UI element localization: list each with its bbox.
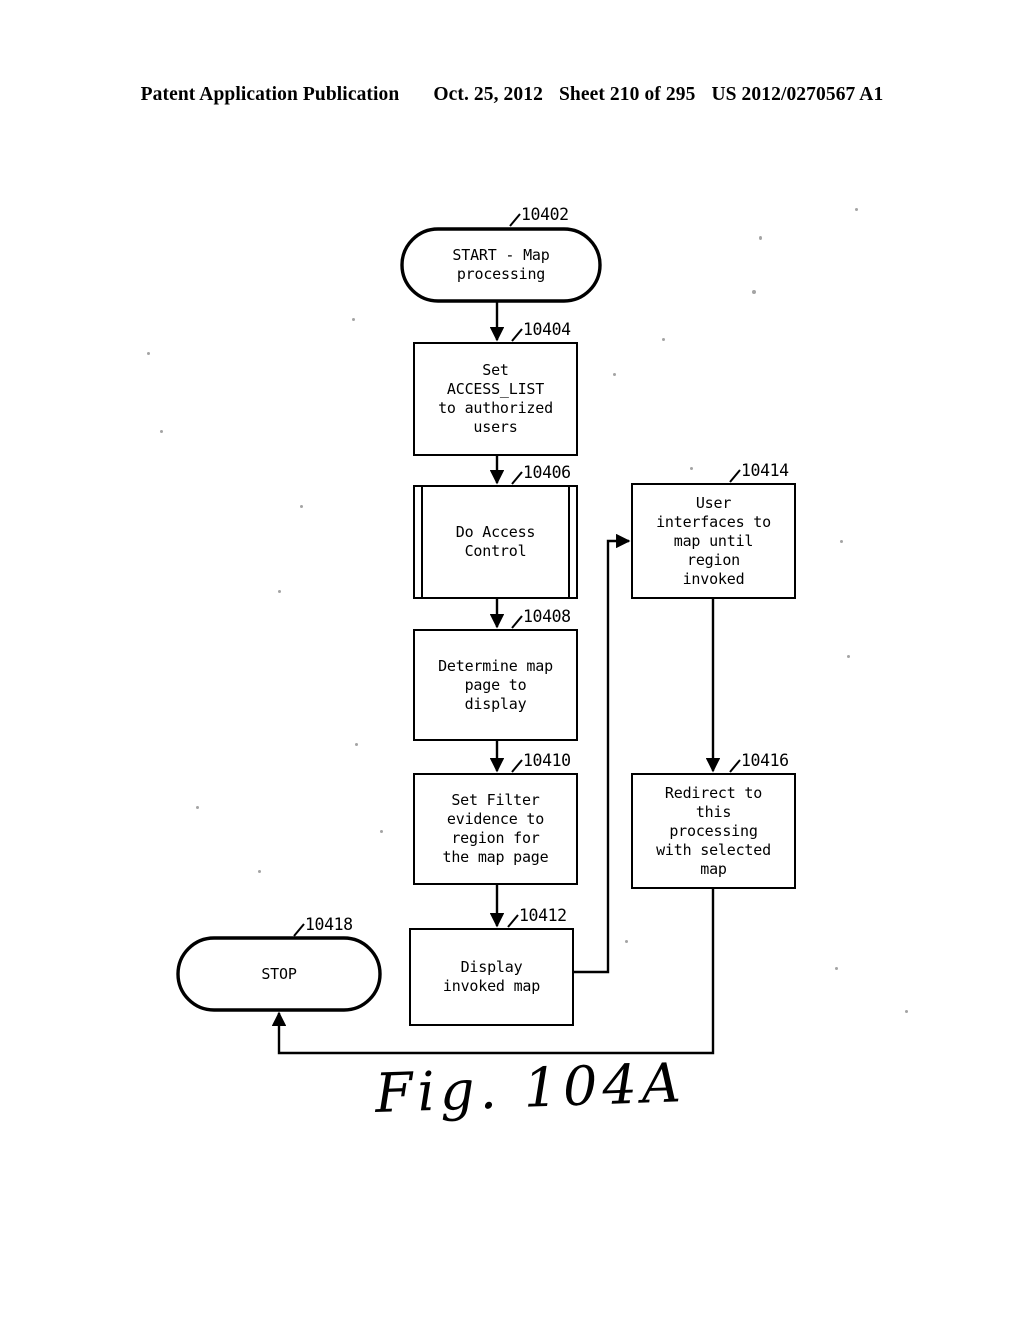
- scan-speck: [380, 830, 383, 833]
- scan-speck: [355, 743, 358, 746]
- scan-speck: [662, 338, 665, 341]
- leader-tick-10404: [511, 328, 523, 342]
- leader-tick-10414: [729, 469, 741, 483]
- scan-speck: [147, 352, 150, 355]
- scan-speck: [196, 806, 199, 809]
- figure-caption: Fig. 104A: [374, 1051, 687, 1125]
- scan-speck: [759, 236, 762, 240]
- scan-speck: [613, 373, 616, 376]
- scan-speck: [847, 655, 850, 658]
- flowchart-canvas: [176, 213, 796, 1055]
- scan-speck: [160, 430, 163, 433]
- scan-speck: [905, 1010, 908, 1013]
- ref-label-10404: 10404: [523, 320, 571, 339]
- scan-speck: [840, 540, 843, 543]
- scan-speck: [278, 590, 281, 593]
- node-set-filter-shape: [413, 773, 578, 885]
- ref-label-10402: 10402: [521, 205, 569, 224]
- ref-label-10406: 10406: [523, 463, 571, 482]
- ref-label-10418: 10418: [305, 915, 353, 934]
- edge-display-map-to-user-interfaces: [573, 533, 631, 974]
- figure-104a: START - Map processing Set ACCESS_LIST t…: [0, 0, 1024, 1320]
- leader-tick-10416: [729, 759, 741, 773]
- ref-label-10412: 10412: [519, 906, 567, 925]
- node-user-interfaces-shape: [631, 483, 796, 599]
- scan-speck: [258, 870, 261, 873]
- leader-tick-10410: [511, 759, 523, 773]
- scan-speck: [300, 505, 303, 508]
- leader-tick-10412: [507, 914, 519, 928]
- scan-speck: [835, 967, 838, 970]
- ref-label-10410: 10410: [523, 751, 571, 770]
- leader-tick-10406: [511, 471, 523, 485]
- node-stop-shape: [176, 936, 382, 1012]
- scan-speck: [752, 290, 756, 294]
- leader-tick-10418: [293, 923, 305, 937]
- leader-tick-10408: [511, 615, 523, 629]
- node-set-access-list-shape: [413, 342, 578, 456]
- leader-tick-10402: [509, 213, 521, 227]
- ref-label-10416: 10416: [741, 751, 789, 770]
- scan-speck: [690, 467, 693, 470]
- scan-speck: [352, 318, 355, 321]
- ref-label-10408: 10408: [523, 607, 571, 626]
- node-display-map-shape: [409, 928, 574, 1026]
- node-do-access-control-shape: [413, 485, 578, 599]
- node-determine-map-page-shape: [413, 629, 578, 741]
- ref-label-10414: 10414: [741, 461, 789, 480]
- node-redirect-shape: [631, 773, 796, 889]
- node-start-shape: [400, 227, 602, 303]
- scan-speck: [855, 208, 858, 211]
- scan-speck: [625, 940, 628, 943]
